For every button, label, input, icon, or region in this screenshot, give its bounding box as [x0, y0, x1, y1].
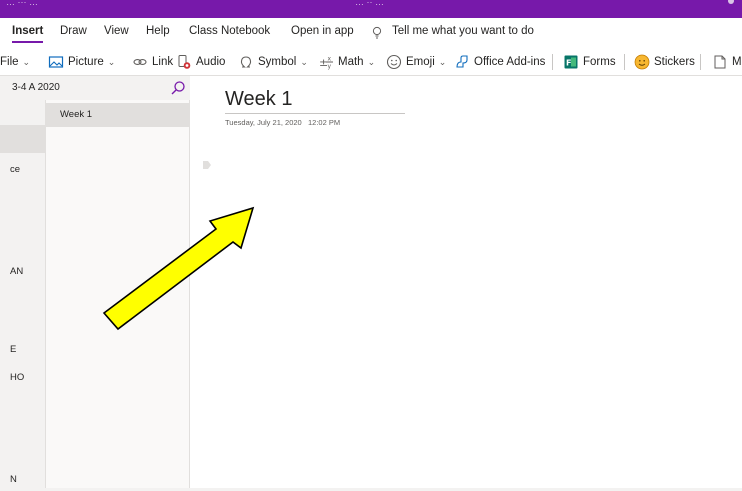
forms-button[interactable]: F Forms [563, 53, 616, 71]
symbol-label: Symbol [258, 56, 297, 68]
page-time: 12:02 PM [307, 118, 341, 127]
tab-view[interactable]: View [104, 25, 129, 37]
title-bar-center-text: … ·· … [355, 0, 384, 6]
math-icon: ± x y [319, 56, 333, 70]
chevron-down-icon: ⌄ [22, 56, 31, 67]
office-addins-label: Office Add-ins [474, 56, 546, 68]
ribbon-divider [624, 54, 625, 70]
selected-section-highlight [0, 125, 46, 153]
forms-icon: F [564, 55, 578, 69]
gear-icon[interactable] [726, 0, 736, 6]
symbol-button[interactable]: Symbol ⌄ [238, 53, 308, 71]
picture-icon [48, 56, 64, 68]
link-icon [133, 59, 147, 65]
stickers-button[interactable]: Stickers [634, 53, 695, 71]
ribbon-divider [552, 54, 553, 70]
section-item[interactable]: ce [10, 164, 20, 175]
title-bar: … ··· … … ·· … [0, 0, 742, 18]
note-container-handle-icon[interactable] [203, 161, 211, 169]
link-label: Link [152, 56, 174, 68]
lightbulb-icon [372, 26, 382, 39]
office-addins-icon [456, 55, 468, 68]
document-icon [714, 55, 726, 69]
page-title-underline [225, 113, 405, 114]
audio-label: Audio [196, 56, 226, 68]
notebook-header: 3-4 A 2020 [0, 76, 190, 100]
math-label: Math [338, 56, 364, 68]
chevron-down-icon: ⌄ [367, 56, 376, 67]
svg-text:F: F [566, 59, 571, 68]
svg-text:x: x [328, 56, 332, 63]
notebook-title[interactable]: 3-4 A 2020 [12, 82, 60, 93]
file-button[interactable]: File ⌄ [0, 53, 30, 71]
page-item-label: Week 1 [60, 109, 93, 120]
page-canvas[interactable]: Week 1 Tuesday, July 21, 2020 12:02 PM [191, 76, 742, 491]
tab-draw[interactable]: Draw [60, 25, 87, 37]
emoji-button[interactable]: Emoji ⌄ [386, 53, 446, 71]
file-label: File [0, 56, 19, 68]
section-item[interactable]: E [10, 344, 16, 355]
search-icon[interactable] [170, 80, 186, 96]
tell-me-search[interactable]: Tell me what you want to do [392, 25, 534, 37]
picture-button[interactable]: Picture ⌄ [48, 53, 115, 71]
yellow-arrow-annotation [102, 206, 255, 331]
office-addins-button[interactable]: Office Add-ins [454, 53, 545, 71]
picture-label: Picture [68, 56, 104, 68]
section-item[interactable]: HO [10, 372, 24, 383]
ribbon-tabs: Insert Draw View Help Class Notebook Ope… [0, 18, 742, 44]
page-date: Tuesday, July 21, 2020 [225, 118, 302, 127]
emoji-label: Emoji [406, 56, 435, 68]
forms-label: Forms [583, 56, 616, 68]
open-in-app-button[interactable]: Open in app [291, 25, 354, 37]
audio-button[interactable]: Audio [176, 53, 225, 71]
symbol-icon [240, 56, 252, 68]
audio-icon [178, 55, 191, 69]
chevron-down-icon: ⌄ [438, 56, 447, 67]
section-item[interactable]: AN [10, 266, 23, 277]
emoji-icon [386, 54, 402, 70]
stickers-label: Stickers [654, 56, 695, 68]
tab-class-notebook[interactable]: Class Notebook [189, 25, 270, 37]
tab-insert[interactable]: Insert [12, 25, 44, 43]
link-button[interactable]: Link [132, 53, 173, 71]
sticker-icon [634, 54, 650, 70]
ribbon-toolbar: File ⌄ Picture ⌄ Link Audio Symbol ⌄ ± x… [0, 46, 742, 76]
tab-help[interactable]: Help [146, 25, 170, 37]
ribbon-divider [700, 54, 701, 70]
section-item[interactable]: N [10, 474, 17, 485]
page-timestamp: Tuesday, July 21, 2020 12:02 PM [225, 118, 340, 127]
more-label: M [732, 56, 742, 68]
svg-text:y: y [328, 63, 332, 70]
page-item-week-1[interactable]: Week 1 [46, 103, 190, 127]
title-bar-left-text: … ··· … [6, 0, 38, 6]
chevron-down-icon: ⌄ [107, 56, 116, 67]
more-button[interactable]: M [712, 53, 742, 71]
math-button[interactable]: ± x y Math ⌄ [318, 53, 375, 71]
page-title[interactable]: Week 1 [225, 88, 292, 111]
chevron-down-icon: ⌄ [300, 56, 308, 67]
